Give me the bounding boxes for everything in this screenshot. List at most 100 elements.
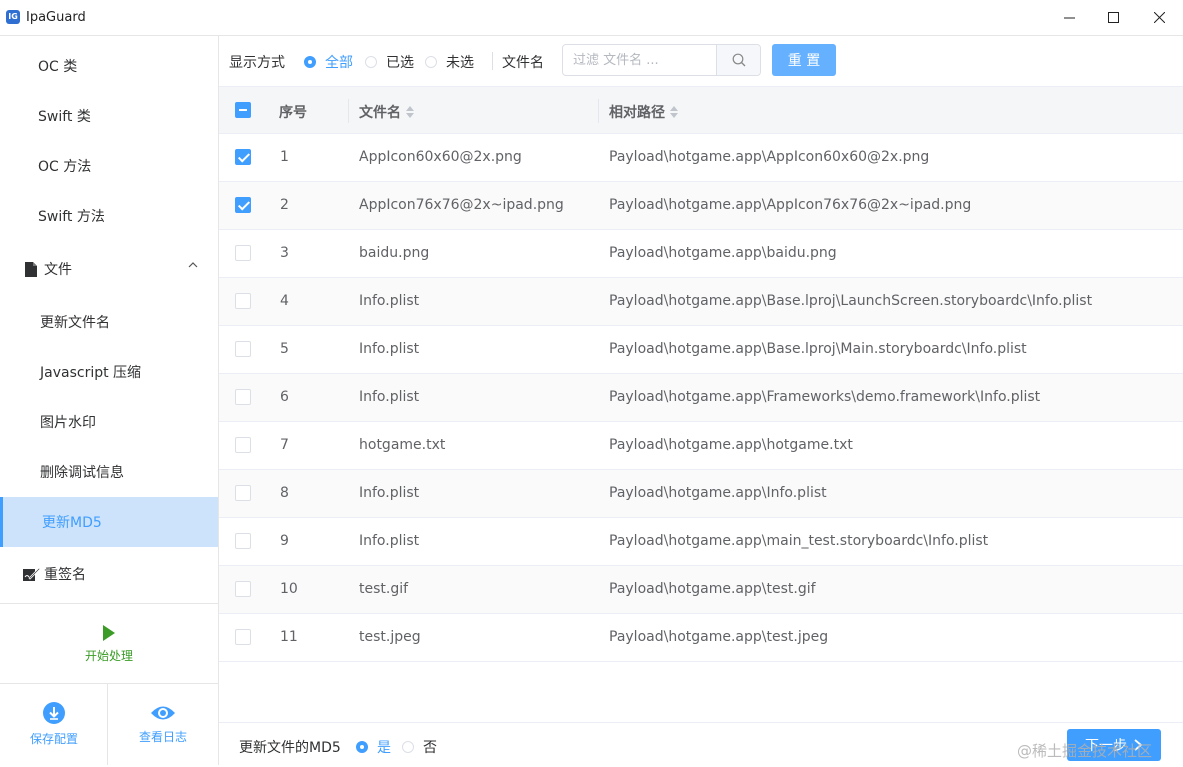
table-row[interactable]: 2 AppIcon76x76@2x~ipad.png Payload\hotga… [219, 182, 1183, 230]
close-button[interactable] [1136, 0, 1182, 35]
chevron-up-icon [188, 262, 198, 268]
row-checkbox[interactable] [235, 533, 251, 549]
sidebar-item-label: 删除调试信息 [40, 465, 124, 481]
sidebar-group-file[interactable]: 文件 [0, 244, 218, 294]
row-checkbox[interactable] [235, 437, 251, 453]
reset-button[interactable]: 重 置 [772, 44, 836, 76]
minimize-button[interactable] [1046, 0, 1092, 35]
radio-label: 否 [423, 740, 437, 756]
sidebar-item-rename-files[interactable]: 更新文件名 [0, 297, 218, 347]
sidebar-item-remove-debug[interactable]: 删除调试信息 [0, 447, 218, 497]
play-icon [103, 624, 115, 641]
row-path: Payload\hotgame.app\test.gif [609, 581, 816, 597]
md5-no-radio[interactable]: 否 [402, 737, 437, 757]
radio-indicator [356, 741, 368, 753]
sidebar-item-resign[interactable]: 重签名 [0, 549, 218, 599]
sidebar-item-image-watermark[interactable]: 图片水印 [0, 397, 218, 447]
row-checkbox[interactable] [235, 341, 251, 357]
column-header-index: 序号 [279, 105, 307, 121]
toolbar-divider [492, 52, 493, 70]
view-log-button[interactable]: 查看日志 [108, 684, 218, 765]
start-process-label: 开始处理 [84, 648, 133, 663]
sidebar-item-swift-class[interactable]: Swift 类 [0, 91, 218, 141]
row-checkbox[interactable] [235, 389, 251, 405]
maximize-icon [1107, 12, 1119, 23]
sidebar-item-swift-method[interactable]: Swift 方法 [0, 191, 218, 241]
filter-selected-radio[interactable]: 已选 [365, 52, 414, 72]
row-index: 8 [280, 485, 289, 501]
table-row[interactable]: 7 hotgame.txt Payload\hotgame.app\hotgam… [219, 422, 1183, 470]
row-checkbox[interactable] [235, 485, 251, 501]
row-path: Payload\hotgame.app\AppIcon76x76@2x~ipad… [609, 197, 972, 213]
filter-all-radio[interactable]: 全部 [304, 52, 353, 72]
row-filename: AppIcon76x76@2x~ipad.png [359, 197, 564, 213]
radio-indicator [304, 56, 316, 68]
filter-unselected-radio[interactable]: 未选 [425, 52, 474, 72]
table-row[interactable]: 11 test.jpeg Payload\hotgame.app\test.jp… [219, 614, 1183, 662]
row-index: 9 [280, 533, 289, 549]
file-table: 序号 文件名 相对路径 1 AppIcon60x60@2x.png Payloa… [219, 86, 1183, 662]
column-header-label: 相对路径 [609, 105, 665, 121]
row-filename: Info.plist [359, 293, 420, 309]
sidebar-item-label: Javascript 压缩 [40, 365, 142, 381]
table-row[interactable]: 1 AppIcon60x60@2x.png Payload\hotgame.ap… [219, 134, 1183, 182]
row-checkbox[interactable] [235, 149, 251, 165]
column-header-path[interactable]: 相对路径 [609, 102, 679, 122]
row-filename: AppIcon60x60@2x.png [359, 149, 522, 165]
download-icon [43, 702, 65, 724]
search-button[interactable] [716, 45, 760, 75]
sidebar-item-oc-method[interactable]: OC 方法 [0, 141, 218, 191]
title-bar: IG IpaGuard [0, 0, 1183, 36]
display-mode-label: 显示方式 [229, 55, 285, 71]
row-checkbox[interactable] [235, 293, 251, 309]
minimize-icon [1063, 17, 1075, 19]
row-filename: Info.plist [359, 533, 420, 549]
sidebar-item-oc-class[interactable]: OC 类 [0, 41, 218, 91]
row-checkbox[interactable] [235, 629, 251, 645]
row-path: Payload\hotgame.app\Info.plist [609, 485, 827, 501]
select-all-checkbox[interactable] [235, 102, 251, 118]
row-path: Payload\hotgame.app\AppIcon60x60@2x.png [609, 149, 930, 165]
table-row[interactable]: 3 baidu.png Payload\hotgame.app\baidu.pn… [219, 230, 1183, 278]
sidebar-item-label: 更新MD5 [42, 515, 102, 531]
row-index: 4 [280, 293, 289, 309]
save-config-button[interactable]: 保存配置 [0, 684, 108, 765]
table-row[interactable]: 5 Info.plist Payload\hotgame.app\Base.lp… [219, 326, 1183, 374]
row-path: Payload\hotgame.app\Frameworks\demo.fram… [609, 389, 1041, 405]
table-row[interactable]: 10 test.gif Payload\hotgame.app\test.gif [219, 566, 1183, 614]
sidebar-item-update-md5[interactable]: 更新MD5 [0, 497, 218, 547]
row-index: 7 [280, 437, 289, 453]
table-row[interactable]: 4 Info.plist Payload\hotgame.app\Base.lp… [219, 278, 1183, 326]
sidebar-item-js-compress[interactable]: Javascript 压缩 [0, 347, 218, 397]
sidebar-item-label: OC 类 [38, 59, 78, 75]
table-row[interactable]: 9 Info.plist Payload\hotgame.app\main_te… [219, 518, 1183, 566]
sidebar-item-label: OC 方法 [38, 159, 92, 175]
sidebar: OC 类 Swift 类 OC 方法 Swift 方法 文件 更新文件名 Jav… [0, 36, 219, 765]
row-path: Payload\hotgame.app\Base.lproj\LaunchScr… [609, 293, 1093, 309]
radio-indicator [425, 56, 437, 68]
maximize-button[interactable] [1090, 0, 1136, 35]
start-process-button[interactable]: 开始处理 [0, 604, 218, 684]
app-logo-icon: IG [6, 10, 20, 24]
table-row[interactable]: 6 Info.plist Payload\hotgame.app\Framewo… [219, 374, 1183, 422]
row-checkbox[interactable] [235, 245, 251, 261]
row-index: 3 [280, 245, 289, 261]
row-checkbox[interactable] [235, 197, 251, 213]
row-checkbox[interactable] [235, 581, 251, 597]
row-filename: Info.plist [359, 389, 420, 405]
file-icon [22, 260, 40, 278]
row-filename: hotgame.txt [359, 437, 446, 453]
row-index: 10 [280, 581, 298, 597]
window-title: IpaGuard [26, 10, 86, 25]
md5-yes-radio[interactable]: 是 [356, 737, 391, 757]
sidebar-item-label: 更新文件名 [40, 315, 110, 331]
close-icon [1153, 12, 1165, 23]
table-row[interactable]: 8 Info.plist Payload\hotgame.app\Info.pl… [219, 470, 1183, 518]
search-icon [732, 53, 745, 67]
column-header-filename[interactable]: 文件名 [359, 102, 415, 122]
radio-indicator [365, 56, 377, 68]
filename-search-input[interactable] [563, 45, 716, 75]
column-header-label: 文件名 [359, 105, 401, 121]
radio-label: 是 [377, 740, 391, 756]
row-path: Payload\hotgame.app\hotgame.txt [609, 437, 853, 453]
